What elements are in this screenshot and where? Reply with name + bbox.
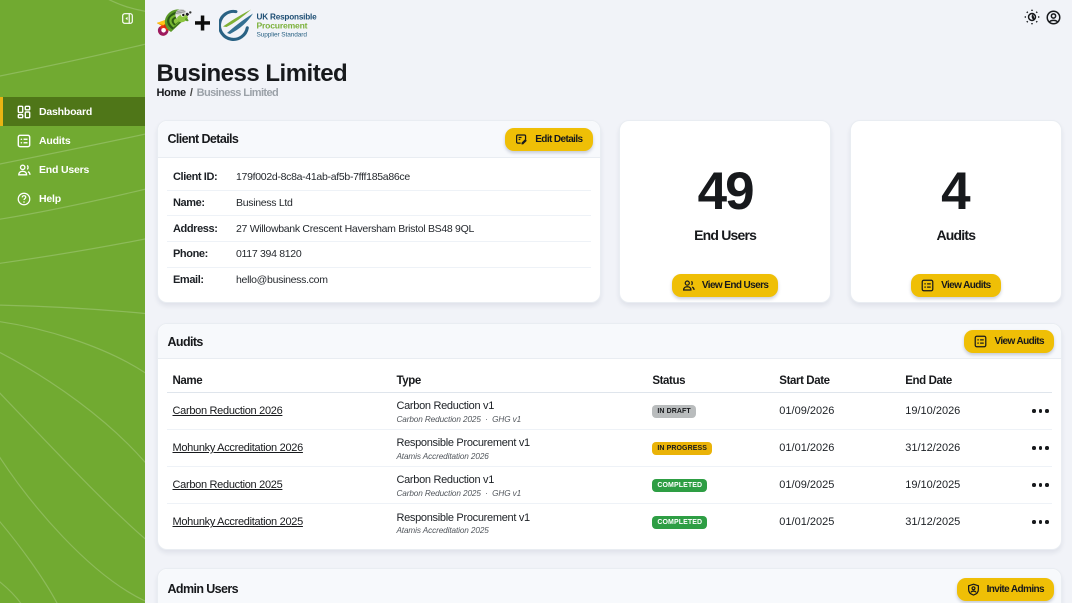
svg-text:Procurement: Procurement	[256, 20, 307, 30]
svg-text:Supplier Standard: Supplier Standard	[256, 31, 307, 38]
